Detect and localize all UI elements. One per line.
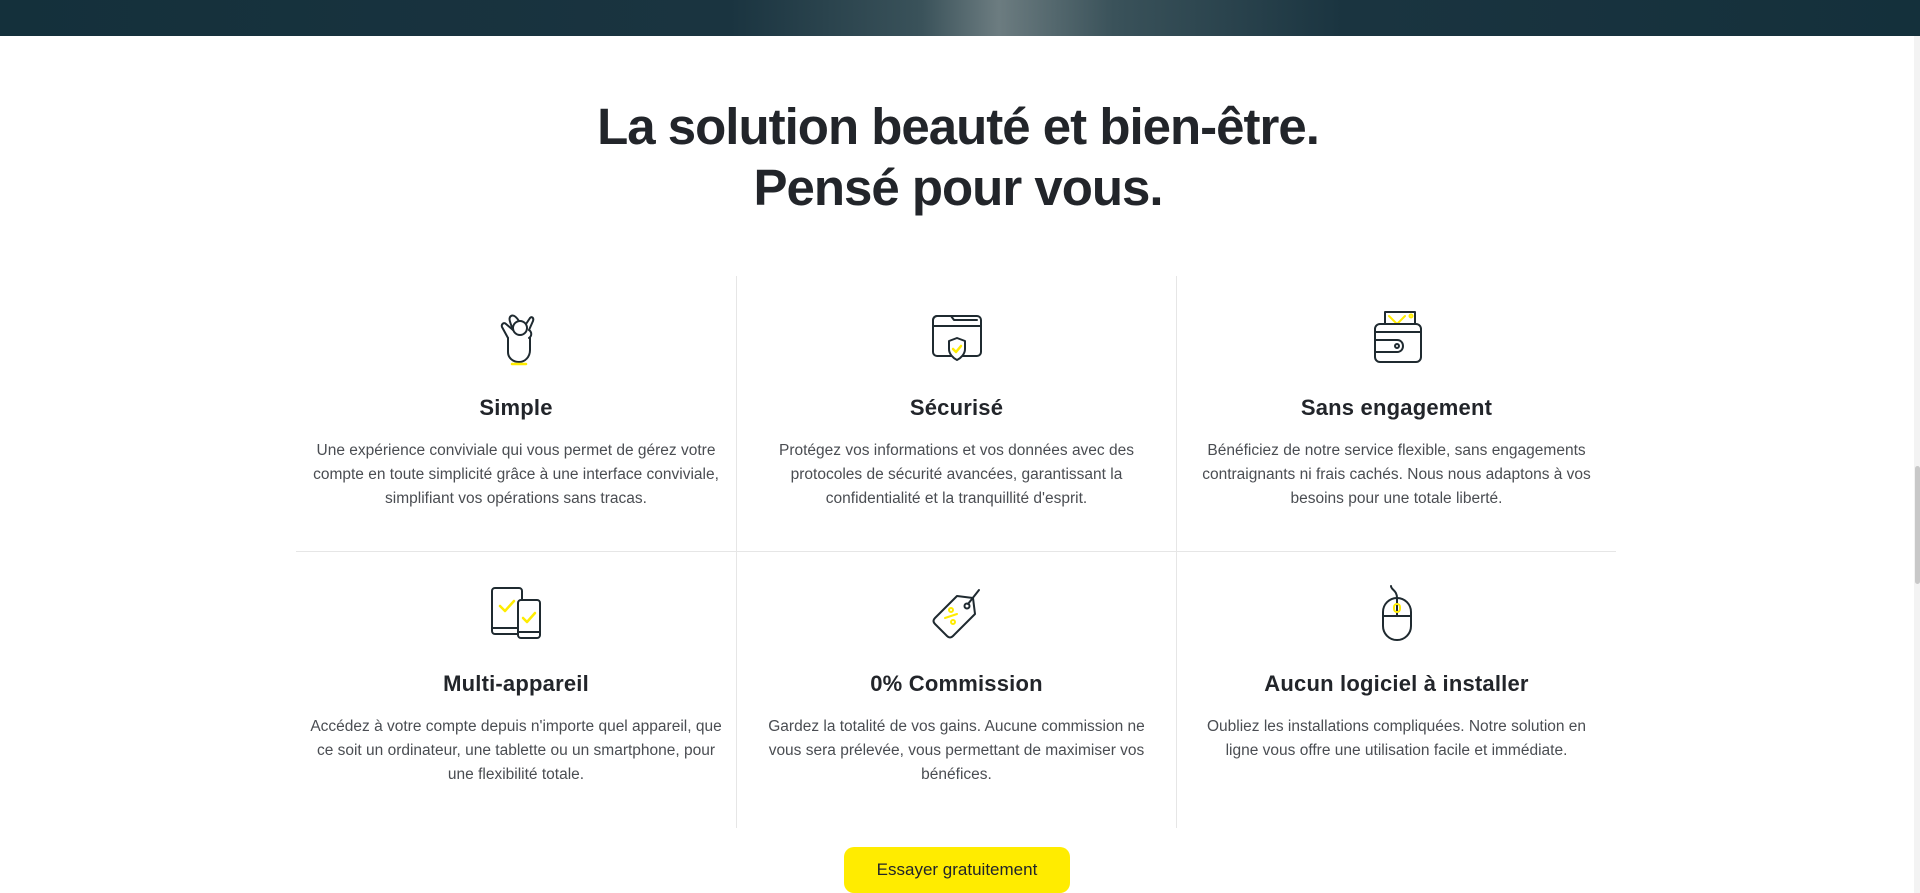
mouse-icon — [1367, 584, 1427, 644]
features-grid: Simple Une expérience conviviale qui vou… — [296, 276, 1616, 828]
feature-card-multi-appareil: Multi-appareil Accédez à votre compte de… — [296, 552, 736, 828]
page-scrollbar[interactable] — [1914, 36, 1920, 893]
scrollbar-thumb[interactable] — [1915, 466, 1920, 584]
price-tag-icon — [927, 584, 987, 644]
feature-title: Aucun logiciel à installer — [1264, 671, 1529, 696]
top-banner — [0, 0, 1920, 36]
feature-description: Accédez à votre compte depuis n'importe … — [310, 718, 722, 783]
headline-line-1: La solution beauté et bien-être. — [597, 98, 1320, 155]
feature-card-aucun-logiciel: Aucun logiciel à installer Oubliez les i… — [1176, 552, 1616, 828]
feature-title: Sécurisé — [909, 395, 1004, 420]
wallet-icon — [1367, 308, 1427, 368]
feature-description: Gardez la totalité de vos gains. Aucune … — [768, 718, 1145, 783]
secure-folder-shield-icon — [927, 308, 987, 368]
feature-card-simple: Simple Une expérience conviviale qui vou… — [296, 276, 736, 552]
feature-title: Multi-appareil — [443, 671, 589, 696]
feature-description: Oubliez les installations compliquées. N… — [1206, 718, 1587, 759]
page-headline: La solution beauté et bien-être. Pensé p… — [0, 96, 1916, 218]
feature-card-securise: Sécurisé Protégez vos informations et vo… — [736, 276, 1176, 552]
feature-title: Sans engagement — [1300, 395, 1493, 420]
feature-title: Simple — [479, 395, 553, 420]
headline-line-2: Pensé pour vous. — [753, 159, 1163, 216]
feature-description: Une expérience conviviale qui vous perme… — [313, 442, 719, 507]
feature-card-commission: 0% Commission Gardez la totalité de vos … — [736, 552, 1176, 828]
feature-description: Protégez vos informations et vos données… — [779, 442, 1134, 507]
feature-card-sans-engagement: Sans engagement Bénéficiez de notre serv… — [1176, 276, 1616, 552]
ok-hand-icon — [486, 308, 546, 368]
multi-device-icon — [486, 584, 546, 644]
try-free-button[interactable]: Essayer gratuitement — [844, 847, 1070, 893]
feature-title: 0% Commission — [870, 671, 1043, 696]
feature-description: Bénéficiez de notre service flexible, sa… — [1202, 442, 1591, 507]
